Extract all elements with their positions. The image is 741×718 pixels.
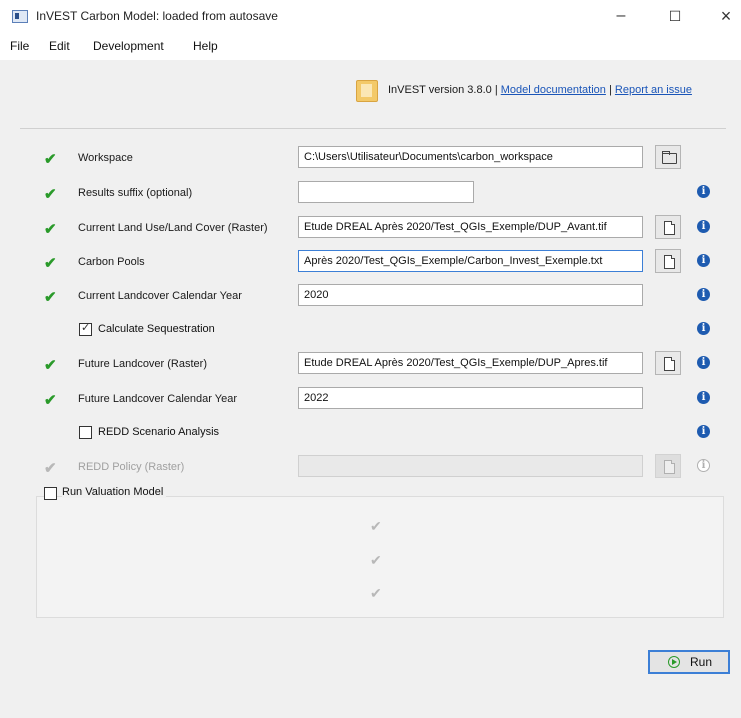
redd-label: REDD Scenario Analysis — [98, 426, 220, 438]
lulc-cur-label: Current Land Use/Land Cover (Raster) — [78, 222, 268, 234]
book-icon — [356, 80, 378, 102]
title-bar: InVEST Carbon Model: loaded from autosav… — [0, 0, 741, 32]
run-button[interactable]: Run — [648, 650, 730, 674]
version-label: InVEST version 3.8.0 — [388, 84, 492, 96]
minimize-button[interactable]: – — [606, 4, 636, 28]
redd-row: REDD Scenario Analysis i — [0, 421, 741, 447]
menu-file[interactable]: File — [10, 39, 29, 53]
disabled-check-icon: ✔ — [370, 518, 382, 534]
lulc-fut-label: Future Landcover (Raster) — [78, 358, 207, 370]
valid-check-icon: ✔ — [44, 221, 57, 238]
info-icon[interactable]: i — [697, 220, 710, 233]
valid-check-icon: ✔ — [44, 151, 57, 168]
info-icon[interactable]: i — [697, 288, 710, 301]
browse-file-button[interactable] — [655, 215, 681, 239]
lulc-fut-row: ✔ Future Landcover (Raster) Etude DREAL … — [0, 351, 741, 378]
redd-policy-row: ✔ REDD Policy (Raster) i — [0, 454, 741, 481]
info-icon[interactable]: i — [697, 254, 710, 267]
menu-help[interactable]: Help — [193, 39, 218, 53]
valid-check-icon: ✔ — [44, 255, 57, 272]
run-label: Run — [690, 655, 713, 669]
browse-file-button[interactable] — [655, 351, 681, 375]
workspace-input[interactable]: C:\Users\Utilisateur\Documents\carbon_wo… — [298, 146, 643, 168]
pools-label: Carbon Pools — [78, 256, 145, 268]
sequestration-checkbox[interactable]: ✓ — [79, 322, 92, 336]
suffix-label: Results suffix (optional) — [78, 187, 193, 199]
fut-year-label: Future Landcover Calendar Year — [78, 393, 237, 405]
checkmark-icon: ✓ — [81, 322, 91, 334]
info-icon-disabled: i — [697, 459, 710, 472]
report-issue-link[interactable]: Report an issue — [615, 84, 692, 96]
menu-bar: File Edit Development Help — [0, 32, 741, 60]
menu-edit[interactable]: Edit — [49, 39, 70, 53]
info-icon[interactable]: i — [697, 185, 710, 198]
window-title: InVEST Carbon Model: loaded from autosav… — [36, 9, 278, 23]
pools-input[interactable]: Après 2020/Test_QGIs_Exemple/Carbon_Inve… — [298, 250, 643, 272]
redd-policy-input — [298, 455, 643, 477]
folder-icon — [662, 151, 677, 164]
valuation-label: Run Valuation Model — [62, 486, 167, 498]
fut-year-row: ✔ Future Landcover Calendar Year 2022 i — [0, 387, 741, 413]
info-icon[interactable]: i — [697, 322, 710, 335]
cur-year-label: Current Landcover Calendar Year — [78, 290, 242, 302]
disabled-check-icon: ✔ — [370, 585, 382, 601]
file-icon — [664, 357, 675, 371]
valid-check-icon: ✔ — [44, 392, 57, 409]
valid-check-icon: ✔ — [44, 289, 57, 306]
workspace-label: Workspace — [78, 152, 133, 164]
browse-file-button[interactable] — [655, 249, 681, 273]
lulc-fut-input[interactable]: Etude DREAL Après 2020/Test_QGIs_Exemple… — [298, 352, 643, 374]
info-icon[interactable]: i — [697, 391, 710, 404]
menu-development[interactable]: Development — [93, 39, 164, 53]
redd-checkbox[interactable] — [79, 426, 92, 439]
close-button[interactable]: × — [711, 4, 741, 28]
play-icon — [668, 656, 680, 668]
file-icon — [664, 460, 675, 474]
separator: | — [608, 84, 612, 96]
file-icon — [664, 255, 675, 269]
suffix-input[interactable] — [298, 181, 474, 203]
file-icon — [664, 221, 675, 235]
disabled-check-icon: ✔ — [370, 552, 382, 568]
lulc-cur-row: ✔ Current Land Use/Land Cover (Raster) E… — [0, 215, 741, 242]
cur-year-input[interactable]: 2020 — [298, 284, 643, 306]
redd-policy-label: REDD Policy (Raster) — [78, 461, 185, 473]
info-icon[interactable]: i — [697, 425, 710, 438]
info-icon[interactable]: i — [697, 356, 710, 369]
pools-row: ✔ Carbon Pools Après 2020/Test_QGIs_Exem… — [0, 249, 741, 276]
fut-year-input[interactable]: 2022 — [298, 387, 643, 409]
separator: | — [494, 84, 498, 96]
sequestration-row: ✓ Calculate Sequestration i — [0, 318, 741, 344]
browse-folder-button[interactable] — [655, 145, 681, 169]
browse-file-button-disabled — [655, 454, 681, 478]
workspace-row: ✔ Workspace C:\Users\Utilisateur\Documen… — [0, 145, 741, 172]
sequestration-label: Calculate Sequestration — [98, 323, 215, 335]
cur-year-row: ✔ Current Landcover Calendar Year 2020 i — [0, 284, 741, 310]
valid-check-icon: ✔ — [44, 186, 57, 203]
lulc-cur-input[interactable]: Etude DREAL Après 2020/Test_QGIs_Exemple… — [298, 216, 643, 238]
suffix-row: ✔ Results suffix (optional) i — [0, 181, 741, 207]
maximize-button[interactable]: ☐ — [660, 4, 690, 28]
model-documentation-link[interactable]: Model documentation — [501, 84, 606, 96]
app-icon — [12, 10, 28, 23]
valuation-checkbox[interactable] — [44, 487, 57, 500]
valid-check-icon: ✔ — [44, 357, 57, 374]
version-line: InVEST version 3.8.0 | Model documentati… — [388, 84, 692, 96]
disabled-check-icon: ✔ — [44, 460, 57, 477]
